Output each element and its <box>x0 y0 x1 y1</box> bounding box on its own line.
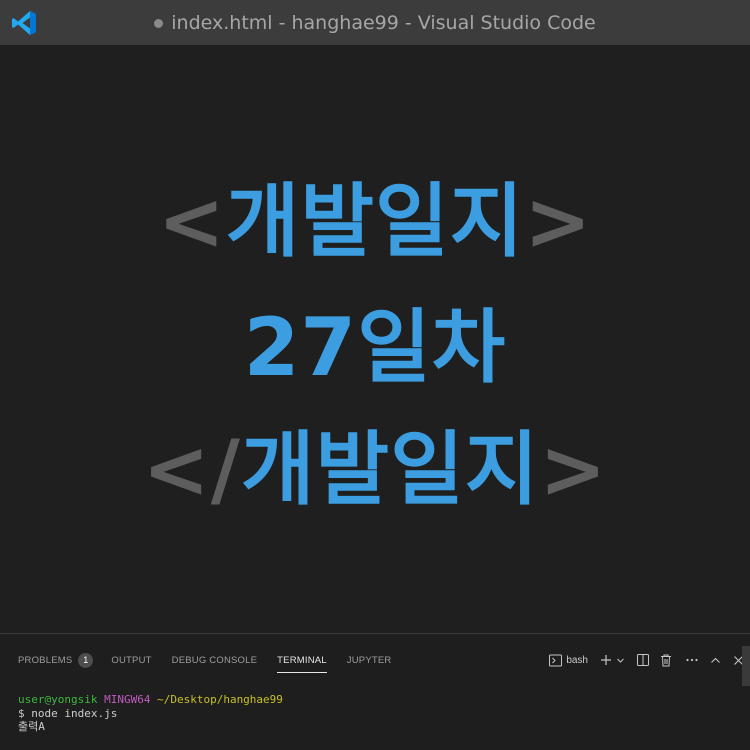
tab-problems-label: PROBLEMS <box>18 654 73 666</box>
terminal-dropdown-button[interactable] <box>616 650 625 670</box>
open-end-tag-bracket: </ <box>142 423 241 516</box>
plus-icon <box>601 655 611 665</box>
unsaved-dot-icon <box>154 19 164 28</box>
terminal-result: 출력A <box>18 720 45 733</box>
terminal-scrollbar[interactable] <box>742 646 750 686</box>
tab-terminal-label: TERMINAL <box>277 654 327 666</box>
trash-icon <box>661 654 671 666</box>
split-icon <box>637 654 649 666</box>
tab-output[interactable]: OUTPUT <box>111 634 151 686</box>
terminal-user: user@yongsik <box>18 693 98 706</box>
tab-problems[interactable]: PROBLEMS 1 <box>18 634 94 686</box>
more-icon <box>686 658 698 662</box>
terminal-icon <box>549 654 563 666</box>
panel-tabs: PROBLEMS 1 OUTPUT DEBUG CONSOLE TERMINAL… <box>0 634 391 686</box>
heading-line-1: <개발일지> <box>0 182 750 262</box>
vscode-window: index.html - hanghae99 - Visual Studio C… <box>0 0 750 750</box>
problems-count-badge: 1 <box>78 652 94 668</box>
close-end-tag-bracket: > <box>539 423 608 516</box>
editor-area[interactable]: <개발일지> 27일차 </개발일지> <box>0 45 750 633</box>
new-terminal-button[interactable] <box>600 650 612 670</box>
panel-actions: bash <box>549 650 744 670</box>
day-count: 27일차 <box>243 301 507 394</box>
tab-terminal[interactable]: TERMINAL <box>277 634 327 686</box>
tab-jupyter[interactable]: JUPYTER <box>347 634 392 686</box>
heading-line-3: </개발일지> <box>0 430 750 510</box>
tab-debug-console[interactable]: DEBUG CONSOLE <box>172 634 257 686</box>
heading-line-2: 27일차 <box>0 308 750 388</box>
terminal-output[interactable]: user@yongsik MINGW64 ~/Desktop/hanghae99… <box>18 693 283 734</box>
terminal-host: MINGW64 <box>104 693 151 706</box>
tab-debug-console-label: DEBUG CONSOLE <box>171 654 258 666</box>
terminal-command: $ node index.js <box>18 706 118 720</box>
tab-jupyter-label: JUPYTER <box>346 654 392 666</box>
window-title: index.html - hanghae99 - Visual Studio C… <box>0 0 750 45</box>
terminal-profile-button[interactable]: bash <box>549 650 588 670</box>
terminal-profile-label: bash <box>566 654 588 666</box>
split-terminal-button[interactable] <box>637 650 649 670</box>
chevron-up-icon <box>711 657 720 663</box>
maximize-panel-button[interactable] <box>710 650 721 670</box>
kill-terminal-button[interactable] <box>660 650 672 670</box>
bottom-panel: PROBLEMS 1 OUTPUT DEBUG CONSOLE TERMINAL… <box>0 633 750 750</box>
tab-output-label: OUTPUT <box>111 654 152 666</box>
title-bar: index.html - hanghae99 - Visual Studio C… <box>0 0 750 45</box>
window-title-text: index.html - hanghae99 - Visual Studio C… <box>171 11 596 34</box>
terminal-path: ~/Desktop/hanghae99 <box>157 693 283 706</box>
open-tag-bracket: < <box>157 175 226 268</box>
more-actions-button[interactable] <box>686 650 698 670</box>
close-tag-bracket: > <box>524 175 593 268</box>
heading-word-3: 개발일지 <box>240 423 540 516</box>
heading-word-1: 개발일지 <box>225 175 525 268</box>
chevron-down-icon <box>617 658 624 663</box>
